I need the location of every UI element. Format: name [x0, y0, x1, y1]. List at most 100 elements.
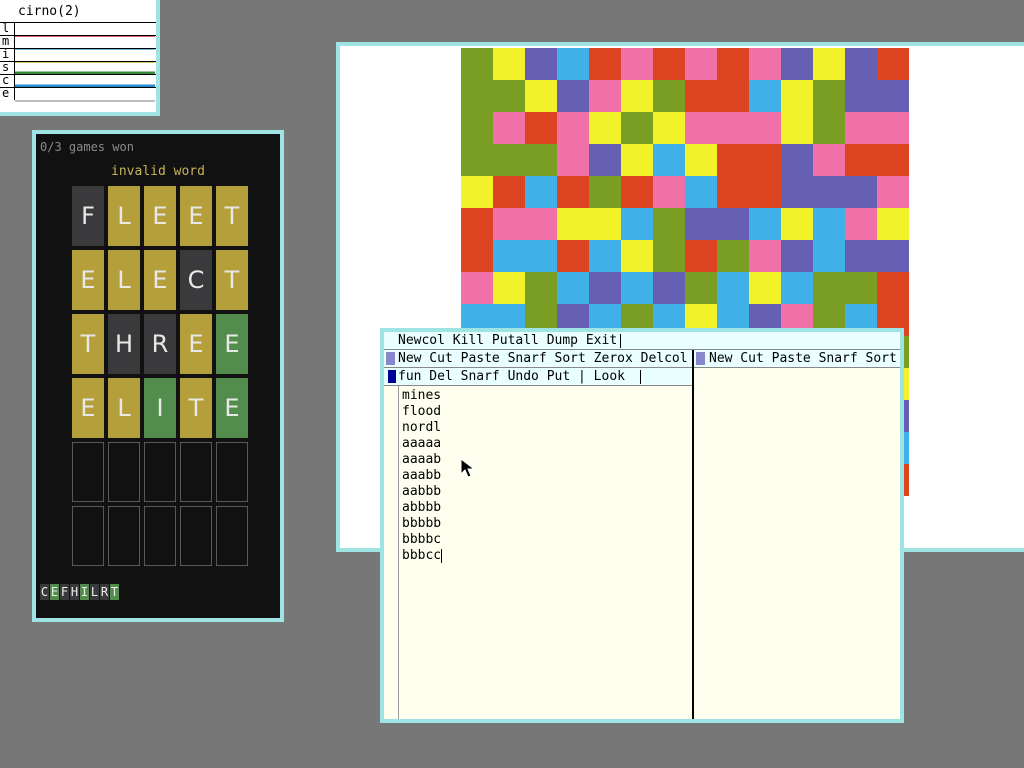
text-line[interactable]: bbbbc	[402, 532, 442, 548]
board-cell[interactable]	[493, 80, 525, 112]
board-cell[interactable]	[845, 176, 877, 208]
column2-handle[interactable]	[696, 352, 705, 365]
text-line[interactable]: aaaaa	[402, 436, 442, 452]
board-cell[interactable]	[813, 208, 845, 240]
board-cell[interactable]	[781, 144, 813, 176]
text-line[interactable]: aaaab	[402, 452, 442, 468]
board-cell[interactable]	[621, 208, 653, 240]
board-cell[interactable]	[717, 80, 749, 112]
board-cell[interactable]	[781, 208, 813, 240]
board-cell[interactable]	[621, 240, 653, 272]
board-cell[interactable]	[749, 144, 781, 176]
board-cell[interactable]	[781, 272, 813, 304]
board-cell[interactable]	[877, 144, 909, 176]
board-cell[interactable]	[781, 112, 813, 144]
board-cell[interactable]	[525, 144, 557, 176]
board-cell[interactable]	[493, 112, 525, 144]
board-cell[interactable]	[877, 80, 909, 112]
board-cell[interactable]	[877, 272, 909, 304]
board-cell[interactable]	[621, 176, 653, 208]
text-line[interactable]: mines	[402, 388, 442, 404]
board-cell[interactable]	[653, 112, 685, 144]
window-tag-text[interactable]: fun Del Snarf Undo Put | Look	[398, 368, 625, 385]
board-cell[interactable]	[493, 272, 525, 304]
board-cell[interactable]	[557, 112, 589, 144]
board-cell[interactable]	[589, 112, 621, 144]
board-cell[interactable]	[653, 80, 685, 112]
board-cell[interactable]	[557, 240, 589, 272]
board-cell[interactable]	[717, 272, 749, 304]
scrollbar[interactable]	[384, 386, 399, 719]
board-cell[interactable]	[749, 80, 781, 112]
board-cell[interactable]	[621, 144, 653, 176]
board-cell[interactable]	[845, 112, 877, 144]
text-line[interactable]: flood	[402, 404, 442, 420]
board-cell[interactable]	[461, 48, 493, 80]
board-cell[interactable]	[717, 112, 749, 144]
board-cell[interactable]	[845, 272, 877, 304]
board-cell[interactable]	[685, 240, 717, 272]
board-cell[interactable]	[653, 240, 685, 272]
board-cell[interactable]	[813, 112, 845, 144]
main-tag-text[interactable]: Newcol Kill Putall Dump Exit	[398, 333, 617, 348]
board-cell[interactable]	[589, 144, 621, 176]
board-cell[interactable]	[781, 48, 813, 80]
board-cell[interactable]	[589, 48, 621, 80]
board-cell[interactable]	[493, 176, 525, 208]
board-cell[interactable]	[493, 240, 525, 272]
text-line[interactable]: abbbb	[402, 500, 442, 516]
board-cell[interactable]	[877, 48, 909, 80]
board-cell[interactable]	[525, 240, 557, 272]
board-cell[interactable]	[749, 48, 781, 80]
board-cell[interactable]	[813, 240, 845, 272]
board-cell[interactable]	[589, 80, 621, 112]
board-cell[interactable]	[557, 144, 589, 176]
board-cell[interactable]	[557, 208, 589, 240]
board-cell[interactable]	[749, 176, 781, 208]
board-cell[interactable]	[461, 144, 493, 176]
board-cell[interactable]	[685, 80, 717, 112]
board-cell[interactable]	[717, 48, 749, 80]
wordle-window[interactable]: 0/3 games won invalid word FLEETELECTTHR…	[32, 130, 284, 622]
board-cell[interactable]	[461, 112, 493, 144]
board-cell[interactable]	[845, 80, 877, 112]
board-cell[interactable]	[685, 48, 717, 80]
board-cell[interactable]	[845, 240, 877, 272]
board-cell[interactable]	[845, 48, 877, 80]
board-cell[interactable]	[525, 112, 557, 144]
column1-handle[interactable]	[386, 352, 395, 365]
board-cell[interactable]	[813, 272, 845, 304]
acme-main-tag[interactable]: Newcol Kill Putall Dump Exit	[384, 332, 900, 350]
column1-tag-text[interactable]: New Cut Paste Snarf Sort Zerox Delcol	[398, 350, 688, 367]
column2-tag-text[interactable]: New Cut Paste Snarf Sort	[709, 350, 897, 367]
board-cell[interactable]	[749, 112, 781, 144]
board-cell[interactable]	[781, 176, 813, 208]
text-lines[interactable]: mines flood nordl aaaaa aaaab aaabb aabbb abbbb…	[402, 388, 443, 564]
board-cell[interactable]	[685, 176, 717, 208]
board-cell[interactable]	[653, 48, 685, 80]
board-cell[interactable]	[589, 272, 621, 304]
board-cell[interactable]	[621, 48, 653, 80]
board-cell[interactable]	[685, 208, 717, 240]
board-cell[interactable]	[557, 80, 589, 112]
board-cell[interactable]	[525, 48, 557, 80]
window-dirty-box[interactable]	[388, 370, 396, 383]
text-line[interactable]: bbbbb	[402, 516, 442, 532]
board-cell[interactable]	[877, 176, 909, 208]
board-cell[interactable]	[461, 272, 493, 304]
board-cell[interactable]	[877, 112, 909, 144]
board-cell[interactable]	[781, 80, 813, 112]
text-line[interactable]: bbbcc	[402, 548, 443, 564]
board-cell[interactable]	[845, 208, 877, 240]
board-cell[interactable]	[525, 272, 557, 304]
column2-tag[interactable]: New Cut Paste Snarf Sort	[694, 350, 900, 368]
board-cell[interactable]	[813, 144, 845, 176]
text-line[interactable]: nordl	[402, 420, 442, 436]
board-cell[interactable]	[717, 144, 749, 176]
board-cell[interactable]	[621, 112, 653, 144]
board-cell[interactable]	[621, 272, 653, 304]
board-cell[interactable]	[685, 144, 717, 176]
board-cell[interactable]	[525, 208, 557, 240]
board-cell[interactable]	[525, 80, 557, 112]
board-cell[interactable]	[813, 80, 845, 112]
